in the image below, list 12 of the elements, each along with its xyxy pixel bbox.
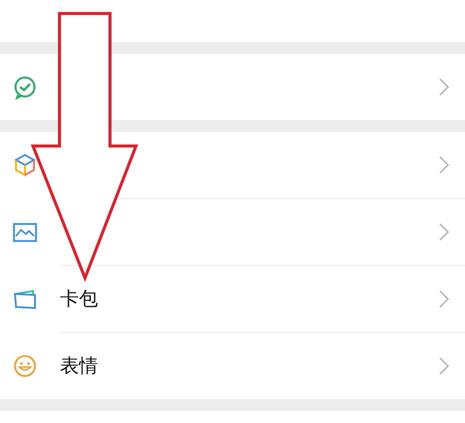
chevron-icon	[439, 357, 449, 375]
cube-icon	[12, 152, 38, 178]
menu-label: 表情	[60, 354, 98, 379]
chevron-icon	[439, 156, 449, 174]
chevron-icon	[439, 78, 449, 96]
wallet-check-icon	[12, 74, 38, 100]
menu-label: 卡包	[60, 286, 98, 312]
chevron-icon	[439, 290, 449, 308]
menu-item[interactable]: 卡包	[0, 266, 465, 332]
chevron-icon	[439, 223, 449, 241]
menu-item[interactable]: 表情	[0, 333, 465, 399]
smiley-icon	[12, 353, 38, 379]
